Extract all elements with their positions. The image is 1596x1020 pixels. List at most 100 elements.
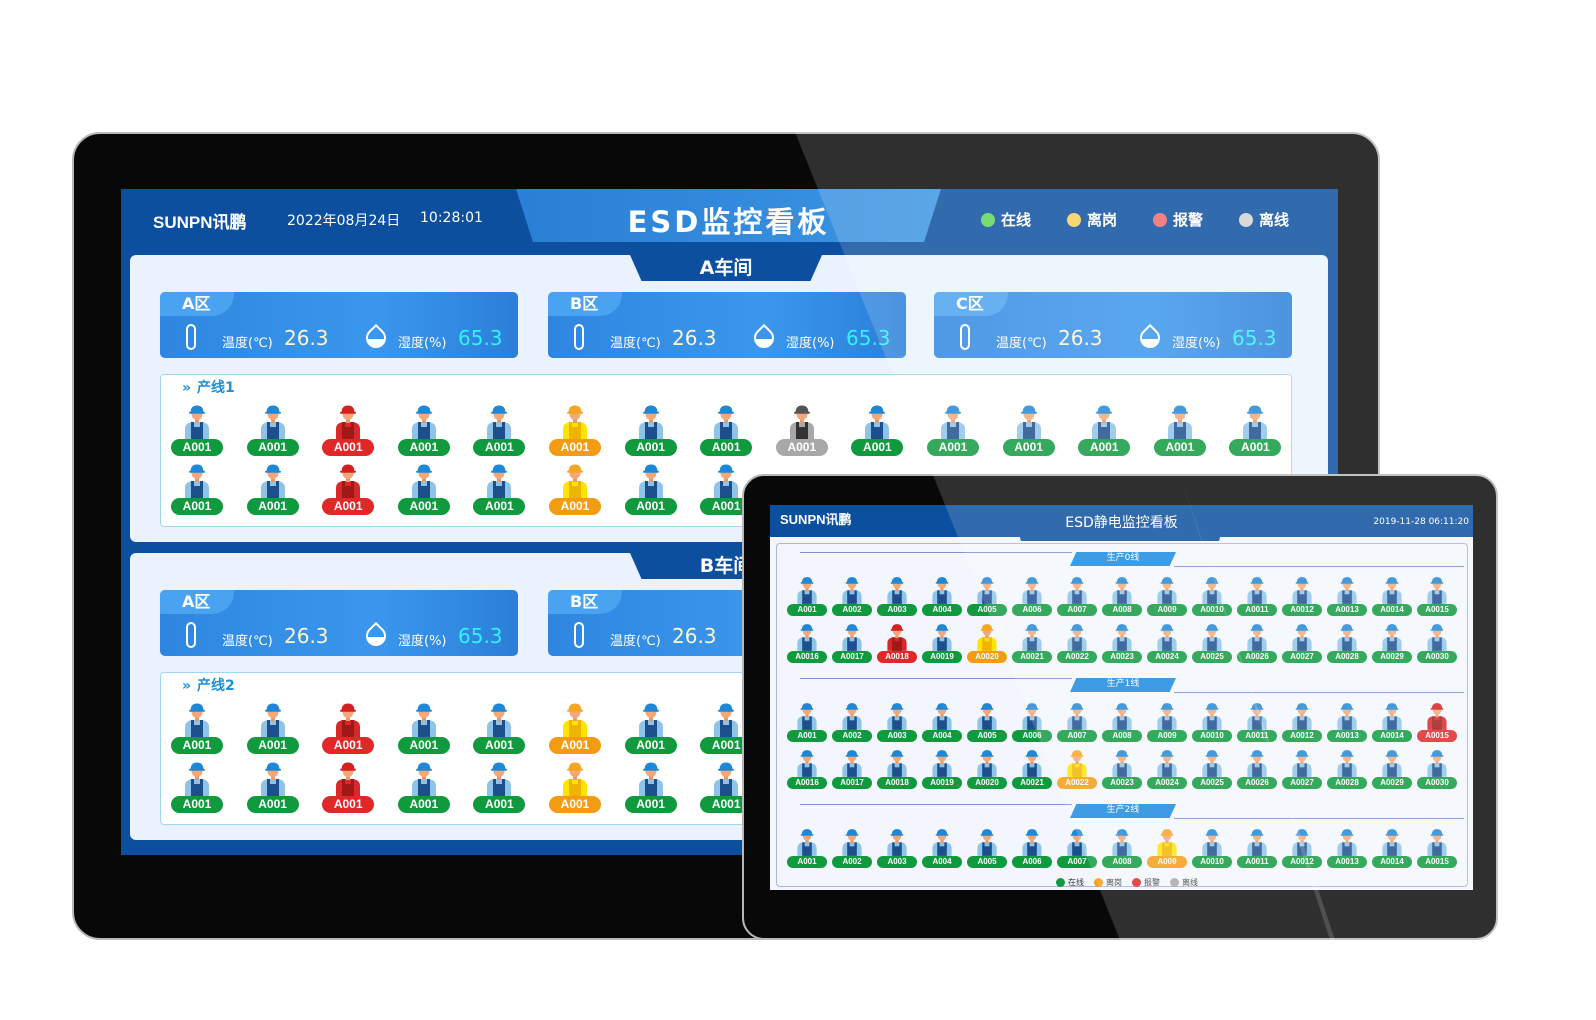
worker-card[interactable]: A001 [397, 403, 450, 456]
worker-card[interactable]: A0025 [1192, 748, 1232, 789]
worker-card[interactable]: A001 [246, 403, 299, 456]
worker-card[interactable]: A001 [322, 701, 375, 754]
worker-card[interactable]: A004 [922, 701, 962, 742]
worker-card[interactable]: A0020 [967, 748, 1007, 789]
worker-card[interactable]: A001 [397, 760, 450, 813]
worker-card[interactable]: A0013 [1327, 827, 1367, 868]
worker-card[interactable]: A001 [549, 701, 601, 754]
worker-card[interactable]: A001 [624, 462, 677, 515]
worker-card[interactable]: A001 [700, 403, 753, 456]
worker-card[interactable]: A007 [1057, 827, 1097, 868]
worker-card[interactable]: A0010 [1192, 575, 1232, 616]
worker-card[interactable]: A001 [473, 462, 526, 515]
worker-card[interactable]: A0026 [1237, 622, 1277, 663]
worker-card[interactable]: A0026 [1237, 748, 1277, 789]
worker-card[interactable]: A001 [171, 760, 223, 813]
worker-card[interactable]: A0018 [877, 748, 917, 789]
worker-card[interactable]: A007 [1057, 575, 1097, 616]
worker-card[interactable]: A002 [832, 575, 872, 616]
worker-card[interactable]: A0021 [1012, 622, 1052, 663]
worker-card[interactable]: A004 [922, 575, 962, 616]
worker-card[interactable]: A0025 [1192, 622, 1232, 663]
worker-card[interactable]: A0029 [1372, 748, 1412, 789]
worker-card[interactable]: A002 [832, 827, 872, 868]
worker-card[interactable]: A001 [171, 403, 223, 456]
worker-card[interactable]: A001 [322, 462, 375, 515]
worker-card[interactable]: A0019 [922, 748, 962, 789]
worker-card[interactable]: A001 [851, 403, 904, 456]
worker-card[interactable]: A005 [967, 701, 1007, 742]
worker-card[interactable]: A0012 [1282, 827, 1322, 868]
worker-card[interactable]: A0018 [877, 622, 917, 663]
worker-card[interactable]: A003 [877, 701, 917, 742]
worker-card[interactable]: A0010 [1192, 701, 1232, 742]
worker-card[interactable]: A001 [787, 575, 827, 616]
worker-card[interactable]: A0015 [1417, 827, 1457, 868]
worker-card[interactable]: A001 [473, 701, 526, 754]
worker-card[interactable]: A001 [246, 701, 299, 754]
worker-card[interactable]: A001 [1229, 403, 1282, 456]
worker-card[interactable]: A001 [624, 403, 677, 456]
worker-card[interactable]: A003 [877, 575, 917, 616]
worker-card[interactable]: A001 [171, 462, 223, 515]
worker-card[interactable]: A0010 [1192, 827, 1232, 868]
worker-card[interactable]: A0027 [1282, 748, 1322, 789]
worker-card[interactable]: A001 [1002, 403, 1055, 456]
worker-card[interactable]: A0011 [1237, 827, 1277, 868]
worker-card[interactable]: A0014 [1372, 701, 1412, 742]
worker-card[interactable]: A002 [832, 701, 872, 742]
worker-card[interactable]: A001 [787, 827, 827, 868]
worker-card[interactable]: A001 [1153, 403, 1206, 456]
worker-card[interactable]: A0030 [1417, 748, 1457, 789]
worker-card[interactable]: A0021 [1012, 748, 1052, 789]
worker-card[interactable]: A0016 [787, 748, 827, 789]
worker-card[interactable]: A0017 [832, 748, 872, 789]
worker-card[interactable]: A0011 [1237, 575, 1277, 616]
worker-card[interactable]: A008 [1102, 827, 1142, 868]
worker-card[interactable]: A0016 [787, 622, 827, 663]
worker-card[interactable]: A009 [1147, 827, 1187, 868]
worker-card[interactable]: A0014 [1372, 575, 1412, 616]
worker-card[interactable]: A0015 [1417, 701, 1457, 742]
worker-card[interactable]: A001 [473, 760, 526, 813]
worker-card[interactable]: A003 [877, 827, 917, 868]
worker-card[interactable]: A0019 [922, 622, 962, 663]
worker-card[interactable]: A0014 [1372, 827, 1412, 868]
worker-card[interactable]: A001 [397, 462, 450, 515]
worker-card[interactable]: A0020 [967, 622, 1007, 663]
worker-card[interactable]: A0030 [1417, 622, 1457, 663]
worker-card[interactable]: A005 [967, 827, 1007, 868]
worker-card[interactable]: A0011 [1237, 701, 1277, 742]
worker-card[interactable]: A0012 [1282, 701, 1322, 742]
worker-card[interactable]: A0022 [1057, 622, 1097, 663]
worker-card[interactable]: A008 [1102, 701, 1142, 742]
worker-card[interactable]: A001 [1078, 403, 1131, 456]
worker-card[interactable]: A001 [624, 701, 677, 754]
worker-card[interactable]: A001 [246, 462, 299, 515]
worker-card[interactable]: A0023 [1102, 622, 1142, 663]
worker-card[interactable]: A0023 [1102, 748, 1142, 789]
worker-card[interactable]: A009 [1147, 575, 1187, 616]
worker-card[interactable]: A0024 [1147, 622, 1187, 663]
worker-card[interactable]: A001 [171, 701, 223, 754]
worker-card[interactable]: A0017 [832, 622, 872, 663]
worker-card[interactable]: A001 [549, 760, 601, 813]
worker-card[interactable]: A007 [1057, 701, 1097, 742]
worker-card[interactable]: A001 [322, 403, 375, 456]
worker-card[interactable]: A0024 [1147, 748, 1187, 789]
worker-card[interactable]: A001 [775, 403, 828, 456]
worker-card[interactable]: A001 [927, 403, 979, 456]
worker-card[interactable]: A0022 [1057, 748, 1097, 789]
worker-card[interactable]: A001 [787, 701, 827, 742]
worker-card[interactable]: A001 [549, 403, 601, 456]
worker-card[interactable]: A008 [1102, 575, 1142, 616]
worker-card[interactable]: A001 [246, 760, 299, 813]
worker-card[interactable]: A001 [549, 462, 601, 515]
worker-card[interactable]: A0029 [1372, 622, 1412, 663]
worker-card[interactable]: A0013 [1327, 575, 1367, 616]
worker-card[interactable]: A001 [624, 760, 677, 813]
worker-card[interactable]: A006 [1012, 701, 1052, 742]
worker-card[interactable]: A009 [1147, 701, 1187, 742]
worker-card[interactable]: A001 [473, 403, 526, 456]
worker-card[interactable]: A001 [397, 701, 450, 754]
